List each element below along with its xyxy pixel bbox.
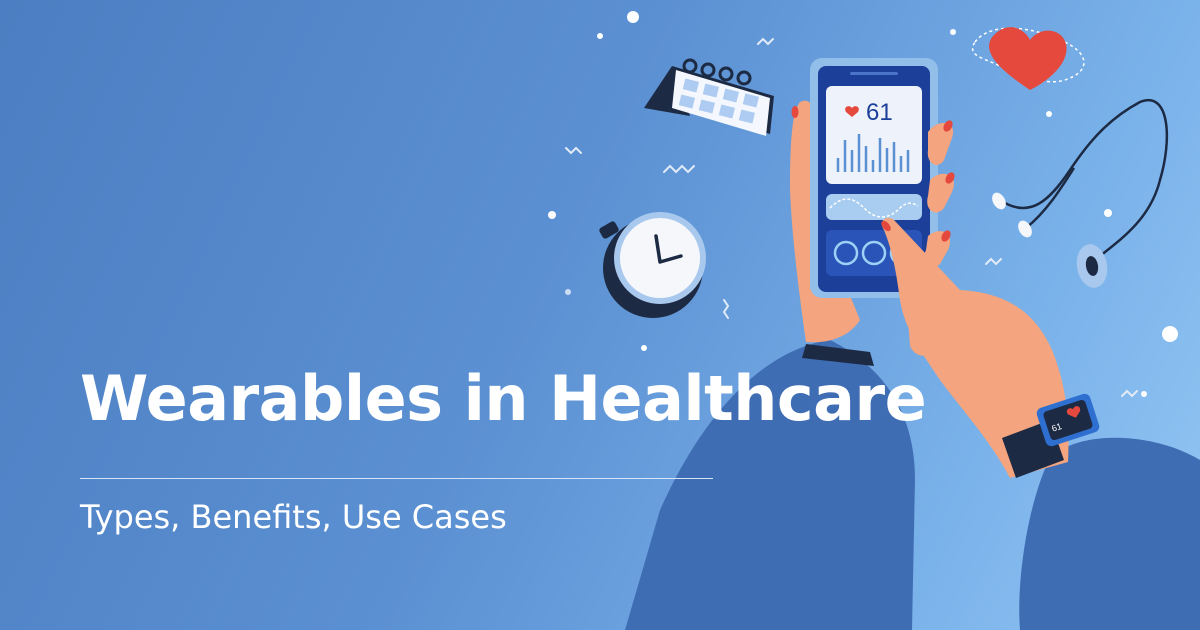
stethoscope-icon (992, 99, 1169, 288)
title-divider (80, 478, 713, 479)
hero-banner: 61 61 Wearables in Healthcare Types, Ben… (0, 0, 1200, 630)
page-subtitle: Types, Benefits, Use Cases (80, 498, 507, 536)
calendar-icon (644, 58, 774, 136)
page-title: Wearables in Healthcare (80, 362, 927, 435)
heart-icon (972, 27, 1085, 90)
phone-heart-rate: 61 (866, 99, 893, 126)
stopwatch-icon (599, 212, 706, 318)
